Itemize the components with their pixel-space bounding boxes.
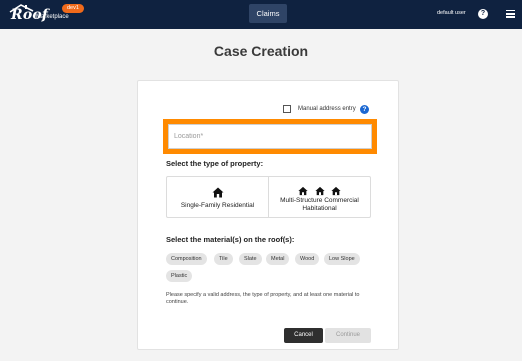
material-chip-metal[interactable]: Metal xyxy=(266,253,290,265)
property-option-label: Single-Family Residential xyxy=(180,202,255,209)
hamburger-menu-icon[interactable] xyxy=(506,10,515,18)
material-chip-low-slope[interactable]: Low Slope xyxy=(324,253,360,265)
top-navigation-bar: Roof Marketplace dev1 Claims default use… xyxy=(0,0,522,29)
property-type-heading: Select the type of property: xyxy=(166,159,264,168)
logo-marketplace-text: Marketplace xyxy=(36,14,69,20)
claims-nav-button[interactable]: Claims xyxy=(249,4,287,23)
material-chip-plastic[interactable]: Plastic xyxy=(166,270,193,282)
property-option-multi-structure[interactable]: Multi-Structure Commercial Habitational xyxy=(269,177,370,217)
manual-address-label: Manual address entry xyxy=(298,106,356,112)
house-icon xyxy=(298,186,308,196)
manual-address-checkbox[interactable] xyxy=(283,105,291,113)
user-menu[interactable]: default user xyxy=(437,10,466,16)
material-chip-slate[interactable]: Slate xyxy=(239,253,262,265)
materials-heading: Select the material(s) on the roof(s): xyxy=(166,235,295,244)
house-icon xyxy=(331,186,341,196)
page-title: Case Creation xyxy=(213,43,309,59)
property-type-selector: Single-Family Residential Multi-Structur… xyxy=(166,176,371,218)
house-icon xyxy=(314,186,325,196)
material-chip-tile[interactable]: Tile xyxy=(214,253,233,265)
property-option-label: Multi-Structure Commercial Habitational xyxy=(280,197,359,212)
house-icon xyxy=(212,187,223,198)
case-creation-form: Manual address entry ? Select the type o… xyxy=(137,80,399,350)
environment-badge: dev1 xyxy=(62,4,84,13)
location-input[interactable] xyxy=(168,124,372,149)
cancel-button[interactable]: Cancel xyxy=(284,328,323,343)
continue-button[interactable]: Continue xyxy=(325,328,371,343)
help-icon[interactable]: ? xyxy=(478,9,488,19)
material-chip-composition[interactable]: Composition xyxy=(166,253,207,265)
material-chip-wood[interactable]: Wood xyxy=(295,253,320,265)
help-icon[interactable]: ? xyxy=(360,105,369,114)
form-hint-text: Please specify a valid address, the type… xyxy=(166,292,360,305)
property-option-single-family[interactable]: Single-Family Residential xyxy=(167,177,269,217)
